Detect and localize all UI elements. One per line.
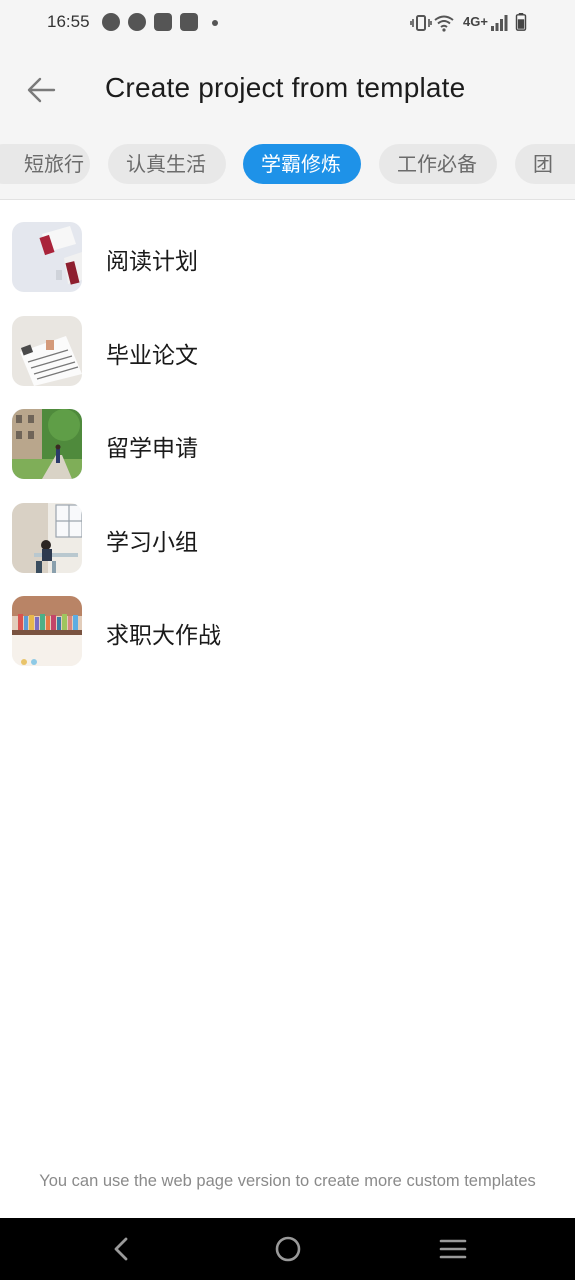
template-name: 求职大作战 <box>106 623 221 649</box>
message-icon <box>102 13 120 31</box>
wifi-icon <box>434 15 454 32</box>
back-arrow-icon[interactable] <box>20 68 64 112</box>
tab-work-essentials[interactable]: 工作必备 <box>379 144 497 184</box>
tab-team[interactable]: 团 <box>515 144 575 184</box>
status-time: 16:55 <box>47 12 90 31</box>
template-list: 阅读计划 毕业论文 留学申请 学习小组 求职大作战 <box>0 200 575 668</box>
battery-icon <box>515 13 527 31</box>
tab-label: 学霸修炼 <box>261 152 341 176</box>
network-type: 4G+ <box>463 14 488 29</box>
bookshelf-photo <box>12 596 82 666</box>
template-item-study-abroad[interactable]: 留学申请 <box>0 387 575 481</box>
template-name: 毕业论文 <box>106 342 198 369</box>
more-notifications-icon <box>212 20 218 26</box>
nav-menu-icon[interactable] <box>437 1233 469 1265</box>
vibrate-icon <box>410 15 432 31</box>
signal-icon <box>491 15 508 31</box>
page-title: Create project from template <box>105 72 466 103</box>
mail-icon <box>154 13 172 31</box>
compass-icon <box>128 13 146 31</box>
nav-home-icon[interactable] <box>272 1233 304 1265</box>
template-item-reading-plan[interactable]: 阅读计划 <box>0 200 575 294</box>
campus-photo <box>12 409 82 479</box>
footer-note: You can use the web page version to crea… <box>39 1172 536 1190</box>
tab-label: 认真生活 <box>126 152 206 176</box>
template-name: 留学申请 <box>106 436 198 462</box>
system-nav-bar <box>0 1218 575 1280</box>
tab-study-master[interactable]: 学霸修炼 <box>243 144 361 184</box>
nav-back-icon[interactable] <box>106 1233 138 1265</box>
category-tabs: 短旅行 认真生活 学霸修炼 工作必备 团 <box>0 132 575 200</box>
paper-photo <box>12 315 82 386</box>
study-room-photo <box>12 502 82 573</box>
mail-icon <box>180 13 198 31</box>
template-item-job-hunting[interactable]: 求职大作战 <box>0 574 575 668</box>
template-name: 学习小组 <box>106 529 198 556</box>
books-photo <box>12 222 82 292</box>
template-name: 阅读计划 <box>106 249 198 275</box>
tab-label: 工作必备 <box>397 152 477 176</box>
template-item-study-group[interactable]: 学习小组 <box>0 481 575 575</box>
tab-short-trip[interactable]: 短旅行 <box>0 144 90 184</box>
tab-label: 团 <box>533 152 553 176</box>
template-item-graduation-thesis[interactable]: 毕业论文 <box>0 294 575 388</box>
status-bar: 16:55 4G+ <box>0 0 575 48</box>
app-bar: Create project from template <box>0 48 575 132</box>
tab-label: 短旅行 <box>24 152 84 176</box>
tab-serious-life[interactable]: 认真生活 <box>108 144 226 184</box>
